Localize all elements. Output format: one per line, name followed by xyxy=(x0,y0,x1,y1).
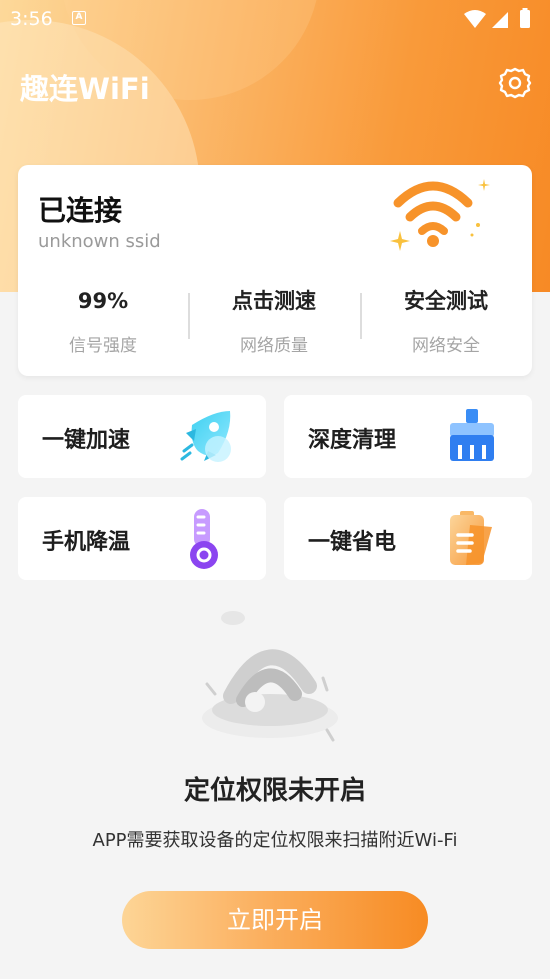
feature-power-save[interactable]: 一键省电 xyxy=(284,497,532,580)
connection-status: 已连接 xyxy=(38,194,123,227)
enable-location-button[interactable]: 立即开启 xyxy=(122,891,428,949)
permission-description: APP需要获取设备的定位权限来扫描附近Wi-Fi xyxy=(92,830,458,851)
connection-card: 已连接 unknown ssid 99% 信号强度 点击测速 网络质量 安全测试… xyxy=(18,165,532,376)
ssid-label: unknown ssid xyxy=(38,231,161,252)
feature-power-save-label: 一键省电 xyxy=(308,530,397,555)
feature-boost[interactable]: 一键加速 xyxy=(18,395,266,478)
gear-icon[interactable] xyxy=(498,66,532,100)
stat-security-label: 网络安全 xyxy=(412,336,480,356)
permission-title: 定位权限未开启 xyxy=(183,776,366,806)
location-disabled-illustration xyxy=(202,611,338,742)
broom-icon xyxy=(450,409,494,461)
feature-boost-label: 一键加速 xyxy=(42,428,131,453)
battery-icon xyxy=(520,10,530,28)
stat-signal: 99% 信号强度 xyxy=(18,283,188,356)
battery-saver-icon xyxy=(450,511,492,565)
rocket-icon xyxy=(180,411,231,462)
wifi-illustration-icon xyxy=(390,179,490,251)
feature-clean-label: 深度清理 xyxy=(308,428,397,453)
thermometer-icon xyxy=(190,509,218,569)
stat-security-value[interactable]: 安全测试 xyxy=(361,283,531,319)
status-icons xyxy=(464,8,530,28)
app-title: 趣连WiFi xyxy=(20,72,150,106)
feature-cool[interactable]: 手机降温 xyxy=(18,497,266,580)
status-bar: 3:56 A xyxy=(0,0,550,38)
stat-speed-value[interactable]: 点击测速 xyxy=(189,283,359,319)
wifi-icon xyxy=(464,10,486,28)
stat-security-test[interactable]: 安全测试 网络安全 xyxy=(361,283,531,356)
signal-icon xyxy=(492,12,508,28)
stat-signal-value: 99% xyxy=(77,289,129,313)
feature-clean[interactable]: 深度清理 xyxy=(284,395,532,478)
status-time: 3:56 xyxy=(10,8,53,30)
feature-cool-label: 手机降温 xyxy=(42,530,131,555)
stat-speed-label: 网络质量 xyxy=(240,336,308,356)
stat-signal-label: 信号强度 xyxy=(69,336,137,356)
stat-speed-test[interactable]: 点击测速 网络质量 xyxy=(189,283,359,356)
notification-icon: A xyxy=(72,11,86,25)
